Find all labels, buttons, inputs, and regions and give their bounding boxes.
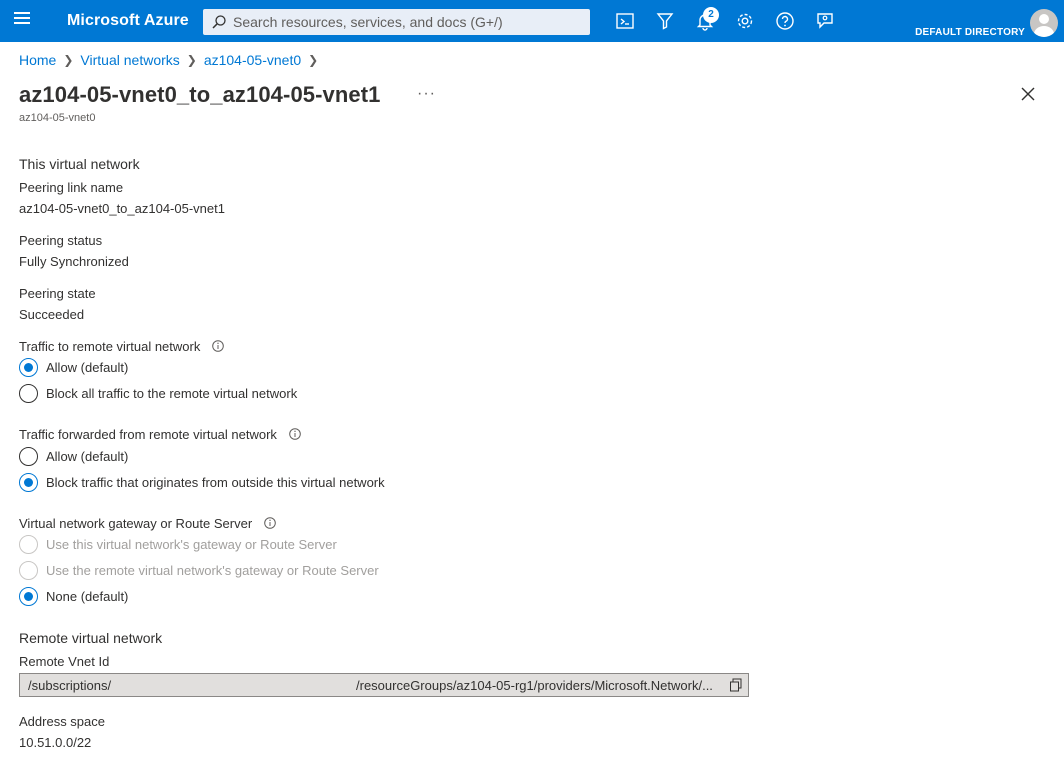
chevron-right-icon: ❯ <box>186 53 197 67</box>
radio-gateway-none[interactable]: None (default) <box>19 587 128 606</box>
remote-vnet-id-suffix: /resourceGroups/az104-05-rg1/providers/M… <box>356 678 713 693</box>
radio-label: None (default) <box>46 589 129 604</box>
breadcrumb: Home ❯ Virtual networks ❯ az104-05-vnet0… <box>19 52 325 68</box>
section-this-vnet: This virtual network <box>19 156 140 172</box>
peering-status-value: Fully Synchronized <box>19 254 129 269</box>
cloud-shell-icon[interactable] <box>615 11 635 31</box>
radio-traffic-to-remote-block[interactable]: Block all traffic to the remote virtual … <box>19 384 297 403</box>
radio-traffic-to-remote-allow[interactable]: Allow (default) <box>19 358 128 377</box>
radio-gateway-use-this: Use this virtual network's gateway or Ro… <box>19 535 337 554</box>
address-space-value: 10.51.0.0/22 <box>19 735 92 750</box>
peering-link-value: az104-05-vnet0_to_az104-05-vnet1 <box>19 201 225 216</box>
info-icon[interactable] <box>212 340 224 352</box>
radio-button[interactable] <box>19 587 38 606</box>
radio-button <box>19 561 38 580</box>
feedback-icon[interactable] <box>815 11 835 31</box>
close-icon[interactable] <box>1020 86 1036 102</box>
avatar[interactable] <box>1030 9 1058 37</box>
peering-state-value: Succeeded <box>19 307 85 322</box>
menu-icon[interactable] <box>14 12 32 30</box>
radio-button[interactable] <box>19 358 38 377</box>
radio-label: Use the remote virtual network's gateway… <box>46 563 379 578</box>
brand-title[interactable]: Microsoft Azure <box>67 12 189 30</box>
radio-gateway-use-remote: Use the remote virtual network's gateway… <box>19 561 379 580</box>
traffic-forwarded-text: Traffic forwarded from remote virtual ne… <box>19 427 277 442</box>
search-input[interactable]: Search resources, services, and docs (G+… <box>203 9 590 35</box>
radio-traffic-forwarded-block[interactable]: Block traffic that originates from outsi… <box>19 473 385 492</box>
info-icon[interactable] <box>288 428 301 440</box>
remote-vnet-id-field[interactable]: /subscriptions/ /resourceGroups/az104-05… <box>19 673 749 697</box>
copy-icon[interactable] <box>729 678 743 692</box>
breadcrumb-vnet0[interactable]: az104-05-vnet0 <box>204 52 301 68</box>
directory-name[interactable]: DEFAULT DIRECTORY <box>915 27 1025 38</box>
radio-button <box>19 535 38 554</box>
remote-vnet-id-prefix: /subscriptions/ <box>28 678 112 693</box>
breadcrumb-virtual-networks[interactable]: Virtual networks <box>80 52 179 68</box>
page-title: az104-05-vnet0_to_az104-05-vnet1 <box>19 82 381 107</box>
radio-label: Allow (default) <box>46 449 129 464</box>
section-remote-vnet: Remote virtual network <box>19 630 163 646</box>
traffic-forwarded-label: Traffic forwarded from remote virtual ne… <box>19 427 301 442</box>
radio-label: Allow (default) <box>46 360 129 375</box>
more-options-button[interactable]: ··· <box>417 85 436 103</box>
radio-label: Block all traffic to the remote virtual … <box>46 386 298 401</box>
radio-traffic-forwarded-allow[interactable]: Allow (default) <box>19 447 128 466</box>
notification-badge: 2 <box>703 7 719 23</box>
directory-filter-icon[interactable] <box>655 11 675 31</box>
address-space-label: Address space <box>19 714 105 729</box>
radio-label: Block traffic that originates from outsi… <box>46 475 385 490</box>
info-icon[interactable] <box>263 517 276 529</box>
top-bar: Microsoft Azure Search resources, servic… <box>0 0 1064 42</box>
chevron-right-icon: ❯ <box>63 53 74 67</box>
chevron-right-icon: ❯ <box>308 53 319 67</box>
radio-button[interactable] <box>19 447 38 466</box>
radio-button[interactable] <box>19 384 38 403</box>
remote-vnet-id-label: Remote Vnet Id <box>19 654 110 669</box>
help-icon[interactable] <box>775 11 795 31</box>
traffic-to-remote-text: Traffic to remote virtual network <box>19 339 201 354</box>
search-icon <box>212 15 226 29</box>
settings-gear-icon[interactable] <box>735 11 755 31</box>
gateway-label: Virtual network gateway or Route Server <box>19 516 276 531</box>
gateway-text: Virtual network gateway or Route Server <box>19 516 253 531</box>
search-placeholder: Search resources, services, and docs (G+… <box>233 14 503 30</box>
radio-label: Use this virtual network's gateway or Ro… <box>46 537 337 552</box>
peering-state-label: Peering state <box>19 286 96 301</box>
peering-link-label: Peering link name <box>19 180 124 195</box>
peering-status-label: Peering status <box>19 233 103 248</box>
page-subtitle: az104-05-vnet0 <box>19 112 96 124</box>
breadcrumb-home[interactable]: Home <box>19 52 56 68</box>
traffic-to-remote-label: Traffic to remote virtual network <box>19 339 224 354</box>
radio-button[interactable] <box>19 473 38 492</box>
